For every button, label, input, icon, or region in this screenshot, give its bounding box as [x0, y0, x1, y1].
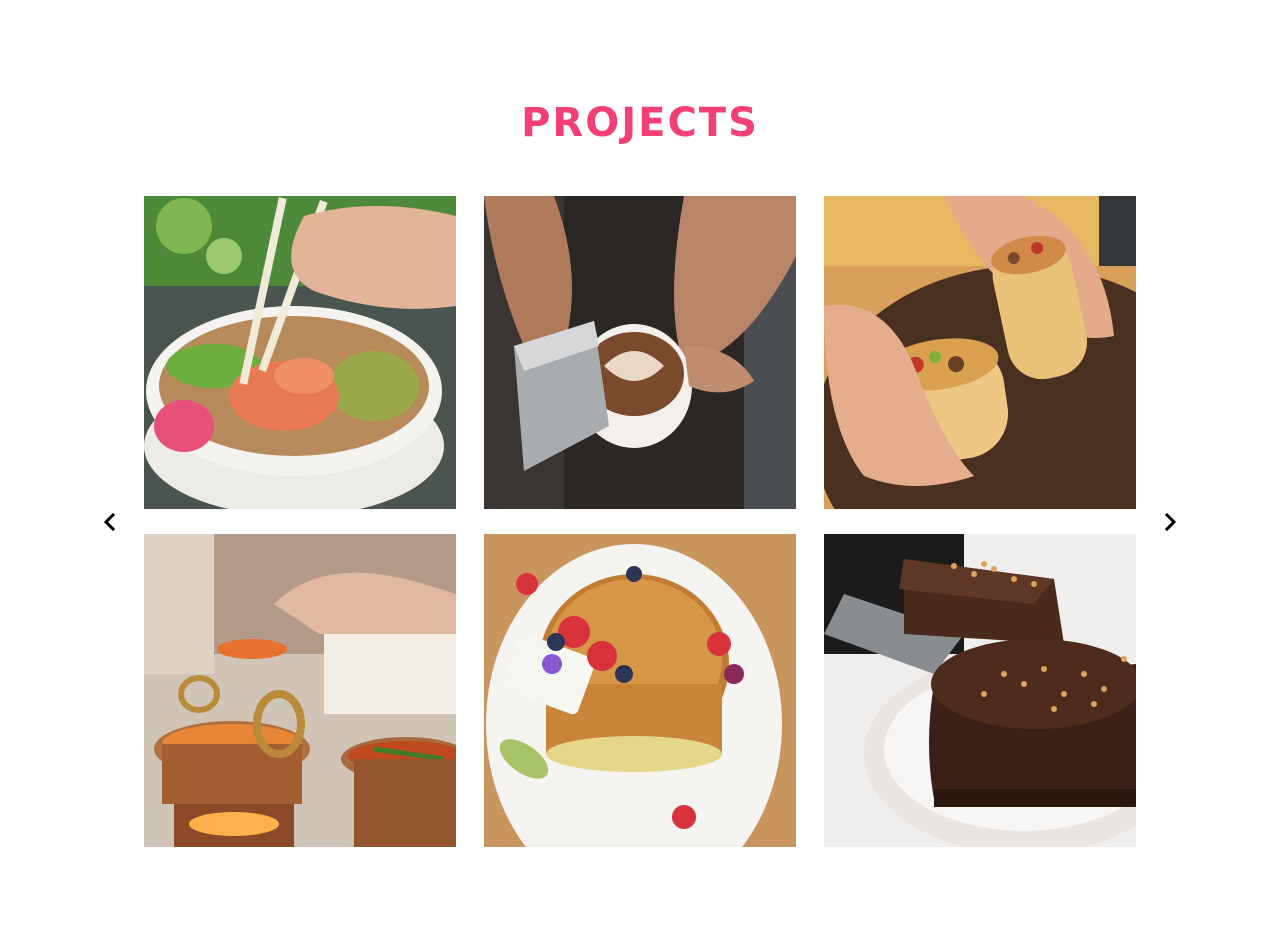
- project-image-chocolate-cake[interactable]: [824, 534, 1136, 847]
- project-image-poke-bowl[interactable]: [144, 196, 456, 509]
- project-image-latte-art[interactable]: [484, 196, 796, 509]
- projects-gallery: [144, 196, 1136, 847]
- project-image-burrito[interactable]: [824, 196, 1136, 509]
- chevron-left-icon: [103, 512, 116, 532]
- carousel-next-button[interactable]: [1158, 510, 1182, 534]
- carousel-prev-button[interactable]: [98, 510, 122, 534]
- project-image-curry-pots[interactable]: [144, 534, 456, 847]
- project-image-pancakes[interactable]: [484, 534, 796, 847]
- section-title: PROJECTS: [521, 100, 759, 146]
- chevron-right-icon: [1164, 512, 1177, 532]
